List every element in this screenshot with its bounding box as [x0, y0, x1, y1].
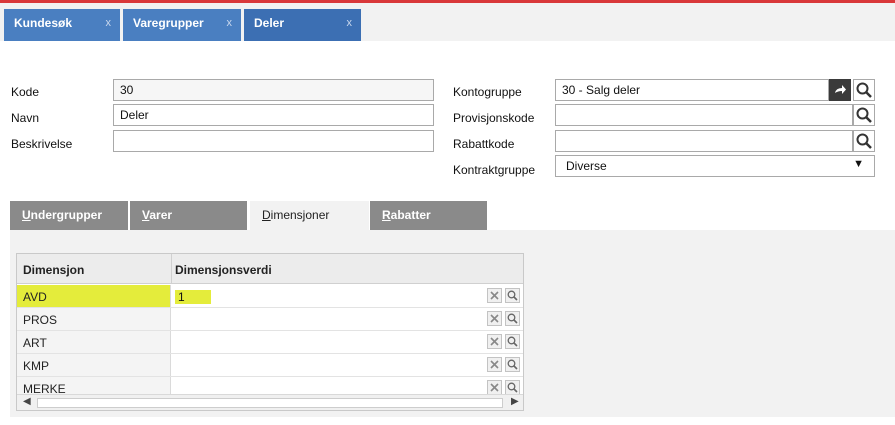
rabattkode-label: Rabattkode — [453, 137, 515, 151]
clear-icon[interactable] — [487, 380, 502, 395]
table-row[interactable]: AVD 1 — [17, 285, 523, 308]
search-icon[interactable] — [505, 311, 520, 326]
dimension-cell: AVD — [17, 285, 171, 307]
document-tab-bar: Kundesøk x Varegrupper x Deler x — [0, 3, 895, 41]
table-row[interactable]: KMP — [17, 354, 523, 377]
clear-icon[interactable] — [487, 311, 502, 326]
clear-icon[interactable] — [487, 334, 502, 349]
scroll-right-icon[interactable]: ▶ — [511, 396, 519, 407]
tab-label: Deler — [254, 16, 285, 30]
clear-icon[interactable] — [487, 288, 502, 303]
tab-rabatter[interactable]: Rabatter — [370, 201, 487, 230]
grid-header: Dimensjon Dimensjonsverdi — [17, 254, 523, 284]
tab-undergrupper[interactable]: Undergrupper — [10, 201, 128, 230]
kode-label: Kode — [11, 85, 40, 99]
beskrivelse-label: Beskrivelse — [11, 137, 73, 151]
kontogruppe-label: Kontogruppe — [453, 85, 522, 99]
dimension-cell: KMP — [17, 354, 171, 376]
column-header-dimensjon[interactable]: Dimensjon — [23, 263, 84, 277]
tab-label: Varegrupper — [133, 16, 204, 30]
search-icon[interactable] — [505, 334, 520, 349]
kontraktgruppe-value: Diverse — [566, 159, 607, 173]
tab-label: Kundesøk — [14, 16, 73, 30]
navn-label: Navn — [11, 111, 40, 125]
dimension-grid: Dimensjon Dimensjonsverdi AVD 1 PROS ART… — [16, 253, 524, 411]
close-icon[interactable]: x — [347, 17, 353, 29]
value-cell[interactable]: 1 — [172, 285, 485, 307]
tab-deler[interactable]: Deler x — [244, 9, 361, 41]
table-row[interactable]: ART — [17, 331, 523, 354]
search-icon[interactable] — [853, 79, 875, 101]
navn-field[interactable]: Deler — [113, 104, 434, 126]
goto-icon[interactable] — [829, 79, 851, 101]
kontraktgruppe-label: Kontraktgruppe — [453, 163, 536, 177]
column-header-dimensjonsverdi[interactable]: Dimensjonsverdi — [175, 263, 272, 277]
beskrivelse-field[interactable] — [113, 130, 434, 152]
dimension-cell: ART — [17, 331, 171, 353]
kontogruppe-field[interactable]: 30 - Salg deler — [555, 79, 829, 101]
search-icon[interactable] — [853, 130, 875, 152]
table-row[interactable]: PROS — [17, 308, 523, 331]
search-icon[interactable] — [505, 380, 520, 395]
tab-varegrupper[interactable]: Varegrupper x — [123, 9, 241, 41]
clear-icon[interactable] — [487, 357, 502, 372]
value-cell[interactable] — [172, 354, 485, 376]
tab-dimensjoner[interactable]: Dimensjoner — [250, 201, 369, 230]
dimension-cell: PROS — [17, 308, 171, 330]
search-icon[interactable] — [505, 357, 520, 372]
kode-field[interactable]: 30 — [113, 79, 434, 101]
provisjonskode-field[interactable] — [555, 104, 853, 126]
value-cell[interactable] — [172, 308, 485, 330]
provisjonskode-label: Provisjonskode — [453, 111, 535, 125]
value-cell[interactable] — [172, 331, 485, 353]
kontraktgruppe-select[interactable]: Diverse ▼ — [555, 155, 875, 177]
scroll-thumb[interactable] — [37, 398, 503, 408]
horizontal-scrollbar[interactable]: ◀ ▶ — [17, 394, 523, 410]
tab-varer[interactable]: Varer — [130, 201, 247, 230]
close-icon[interactable]: x — [106, 17, 112, 29]
search-icon[interactable] — [505, 288, 520, 303]
close-icon[interactable]: x — [227, 17, 233, 29]
tab-kundesok[interactable]: Kundesøk x — [4, 9, 120, 41]
rabattkode-field[interactable] — [555, 130, 853, 152]
dropdown-arrow-icon[interactable]: ▼ — [853, 158, 864, 170]
scroll-left-icon[interactable]: ◀ — [23, 396, 31, 407]
search-icon[interactable] — [853, 104, 875, 126]
